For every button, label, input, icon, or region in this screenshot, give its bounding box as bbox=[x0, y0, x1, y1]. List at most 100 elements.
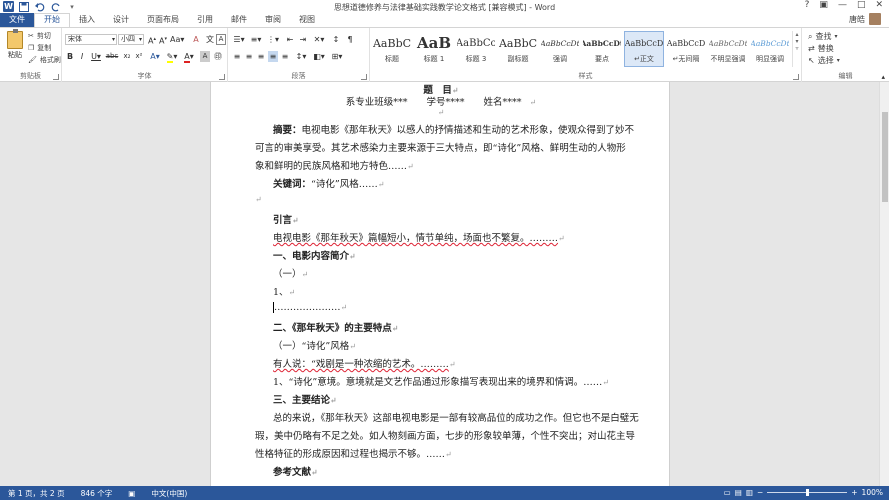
select-button[interactable]: ↖ 选择 ▾ bbox=[808, 55, 840, 66]
align-left-icon[interactable]: ≡ bbox=[232, 51, 242, 62]
superscript-icon[interactable]: x² bbox=[134, 51, 144, 62]
language-indicator[interactable]: 中文(中国) bbox=[143, 488, 195, 499]
tab-review[interactable]: 审阅 bbox=[256, 13, 290, 27]
change-case-icon[interactable]: Aa▾ bbox=[170, 34, 184, 45]
align-center-icon[interactable]: ≡ bbox=[244, 51, 254, 62]
save-icon[interactable] bbox=[18, 1, 30, 12]
ribbon-display-icon[interactable]: ▣ bbox=[819, 0, 828, 10]
style-emphasis[interactable]: AaBbCcDt 强调 bbox=[540, 31, 580, 67]
tab-file[interactable]: 文件 bbox=[0, 13, 34, 27]
align-right-icon[interactable]: ≡ bbox=[256, 51, 266, 62]
cut-button[interactable]: ✂ 剪切 bbox=[28, 31, 51, 41]
text-effects-icon[interactable]: A▾ bbox=[148, 51, 162, 62]
document-page[interactable]: 题 目↵ 系专业班级*** 学号**** 姓名**** ↵ ↵ 摘要：电视电影《… bbox=[210, 82, 670, 486]
grow-font-icon[interactable]: A▴ bbox=[147, 34, 157, 46]
clipboard-launcher-icon[interactable] bbox=[53, 74, 59, 80]
customize-qat-icon[interactable]: ▾ bbox=[66, 1, 78, 12]
help-icon[interactable]: ? bbox=[805, 0, 810, 10]
blank-line: ↵ bbox=[255, 107, 627, 118]
print-layout-icon[interactable]: ▤ bbox=[735, 488, 742, 497]
style-normal[interactable]: AaBbCcD ↵正文 bbox=[624, 31, 664, 67]
ribbon: 粘贴 ✂ 剪切 ❐ 复制 🖌 格式刷 剪贴板 宋体 ▾ 小四 ▾ A▴ A▾ A… bbox=[0, 27, 889, 82]
style-subtitle[interactable]: AaBbC 副标题 bbox=[498, 31, 538, 67]
sort-icon[interactable]: ↕ bbox=[330, 34, 342, 45]
shrink-font-icon[interactable]: A▾ bbox=[158, 34, 168, 46]
close-icon[interactable]: ✕ bbox=[875, 0, 883, 10]
italic-icon[interactable]: I bbox=[77, 51, 87, 62]
tab-references[interactable]: 引用 bbox=[188, 13, 222, 27]
format-painter-button[interactable]: 🖌 格式刷 bbox=[28, 55, 61, 65]
tab-design[interactable]: 设计 bbox=[104, 13, 138, 27]
replace-button[interactable]: ⇄ 替换 bbox=[808, 43, 834, 54]
tab-view[interactable]: 视图 bbox=[290, 13, 324, 27]
copy-icon: ❐ bbox=[28, 44, 35, 52]
subsection-line: （一）↵ bbox=[255, 266, 627, 280]
paste-button[interactable]: 粘贴 bbox=[4, 29, 26, 60]
find-button[interactable]: ⌕ 查找 ▾ bbox=[808, 31, 838, 42]
zoom-control: ▭ ▤ ▥ − + 100% bbox=[724, 488, 883, 497]
distributed-icon[interactable]: ≡ bbox=[280, 51, 290, 62]
style-no-spacing[interactable]: AaBbCcD ↵无间隔 bbox=[666, 31, 706, 67]
font-launcher-icon[interactable] bbox=[219, 74, 225, 80]
borders-icon[interactable]: ⊞▾ bbox=[330, 51, 344, 62]
style-heading-3[interactable]: AaBbCc 标题 3 bbox=[456, 31, 496, 67]
vertical-scrollbar[interactable] bbox=[879, 82, 889, 486]
bullets-icon[interactable]: ☰▾ bbox=[232, 34, 246, 45]
tab-page-layout[interactable]: 页面布局 bbox=[138, 13, 188, 27]
style-intense-emphasis[interactable]: AaBbCcDt 明显强调 bbox=[750, 31, 790, 67]
chevron-down-icon[interactable]: ▾ bbox=[793, 38, 801, 45]
minimize-icon[interactable]: — bbox=[838, 0, 847, 10]
increase-indent-icon[interactable]: ⇥ bbox=[298, 34, 308, 45]
decrease-indent-icon[interactable]: ⇤ bbox=[285, 34, 295, 45]
user-account[interactable]: 唐皓 bbox=[849, 13, 881, 25]
justify-icon[interactable]: ≡ bbox=[268, 51, 278, 62]
enclose-character-icon[interactable]: A bbox=[216, 34, 226, 45]
strikethrough-icon[interactable]: abc bbox=[105, 51, 119, 62]
chinese-layout-icon[interactable]: ✕▾ bbox=[312, 34, 326, 45]
chevron-up-icon[interactable]: ▴ bbox=[793, 31, 801, 38]
shading-icon[interactable]: ◧▾ bbox=[312, 51, 326, 62]
font-size-select[interactable]: 小四 ▾ bbox=[118, 34, 144, 45]
numbering-icon[interactable]: ≡▾ bbox=[249, 34, 263, 45]
character-shading-icon[interactable]: A bbox=[200, 51, 210, 62]
subscript-icon[interactable]: x₂ bbox=[122, 51, 132, 62]
read-mode-icon[interactable]: ▭ bbox=[724, 488, 731, 497]
style-heading-1[interactable]: AaB 标题 1 bbox=[414, 31, 454, 67]
tab-insert[interactable]: 插入 bbox=[70, 13, 104, 27]
maximize-icon[interactable]: □ bbox=[857, 0, 866, 10]
zoom-slider-thumb[interactable] bbox=[806, 489, 810, 496]
styles-launcher-icon[interactable] bbox=[793, 74, 799, 80]
zoom-out-icon[interactable]: − bbox=[757, 488, 763, 497]
zoom-in-icon[interactable]: + bbox=[851, 488, 857, 497]
zoom-level[interactable]: 100% bbox=[862, 488, 883, 497]
scrollbar-thumb[interactable] bbox=[882, 112, 888, 202]
clear-formatting-icon[interactable]: A bbox=[190, 34, 202, 45]
underline-icon[interactable]: U▾ bbox=[89, 51, 103, 62]
highlight-color-icon[interactable]: ✎▾ bbox=[165, 51, 179, 63]
tab-home[interactable]: 开始 bbox=[34, 13, 70, 27]
line-spacing-icon[interactable]: ↕▾ bbox=[294, 51, 308, 62]
zoom-slider[interactable] bbox=[767, 489, 848, 496]
phonetic-guide-icon[interactable]: 文 bbox=[205, 34, 215, 45]
font-color-icon[interactable]: A▾ bbox=[182, 51, 196, 63]
tab-mailings[interactable]: 邮件 bbox=[222, 13, 256, 27]
show-formatting-marks-icon[interactable]: ¶ bbox=[345, 34, 355, 45]
paragraph-launcher-icon[interactable] bbox=[361, 74, 367, 80]
bold-icon[interactable]: B bbox=[65, 51, 75, 62]
more-icon[interactable]: ▿ bbox=[793, 45, 801, 52]
collapse-ribbon-icon[interactable]: ▴ bbox=[881, 73, 885, 81]
character-border-icon[interactable]: ㊞ bbox=[213, 51, 223, 62]
styles-gallery-scroll[interactable]: ▴ ▾ ▿ bbox=[792, 31, 801, 67]
style-title[interactable]: AaBbC 标题 bbox=[372, 31, 412, 67]
redo-icon[interactable] bbox=[50, 1, 62, 12]
page-count[interactable]: 第 1 页，共 2 页 bbox=[0, 488, 73, 499]
multilevel-list-icon[interactable]: ⋮▾ bbox=[266, 34, 280, 45]
style-strong[interactable]: AaBbCcDt 要点 bbox=[582, 31, 622, 67]
proofing-icon[interactable]: ▣ bbox=[120, 489, 143, 498]
style-subtle-emphasis[interactable]: AaBbCcDt 不明显强调 bbox=[708, 31, 748, 67]
web-layout-icon[interactable]: ▥ bbox=[746, 488, 753, 497]
copy-button[interactable]: ❐ 复制 bbox=[28, 43, 51, 53]
font-name-select[interactable]: 宋体 ▾ bbox=[65, 34, 117, 45]
undo-icon[interactable] bbox=[34, 1, 46, 12]
word-count[interactable]: 846 个字 bbox=[73, 488, 121, 499]
